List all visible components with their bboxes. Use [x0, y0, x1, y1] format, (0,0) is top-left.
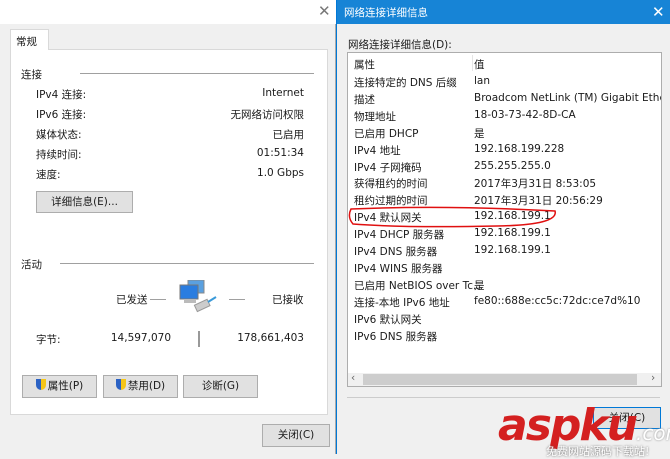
status-value: 01:51:34 — [256, 147, 304, 159]
col-value[interactable]: 值 — [474, 57, 485, 72]
title-bar: 网络连接详细信息 — [337, 0, 670, 24]
disable-label: 禁用(D) — [127, 380, 166, 392]
table-row[interactable]: IPv4 DHCP 服务器 192.168.199.1 — [354, 227, 551, 244]
property-cell: 获得租约的时间 — [354, 178, 428, 191]
disable-button[interactable]: 禁用(D) — [103, 375, 178, 398]
property-cell: 连接特定的 DNS 后缀 — [354, 77, 457, 89]
scroll-right-icon[interactable]: › — [651, 372, 655, 384]
network-computers-icon — [178, 279, 218, 316]
title-bar — [0, 0, 336, 24]
table-row[interactable]: 获得租约的时间 2017年3月31日 8:53:05 — [354, 176, 596, 193]
watermark-logo: aspku.com 免费网站源码下载站! — [498, 400, 670, 458]
status-label: 速度: — [36, 169, 61, 181]
red-highlight-ellipse — [348, 206, 556, 228]
close-icon[interactable]: ✕ — [318, 2, 331, 20]
status-label: 持续时间: — [36, 149, 82, 161]
status-value: 无网络访问权限 — [230, 109, 305, 121]
property-cell: IPv6 DNS 服务器 — [354, 330, 438, 343]
general-panel — [10, 49, 328, 415]
divider — [198, 331, 200, 347]
received-label: 已接收 — [272, 294, 304, 306]
property-cell: 已启用 NetBIOS over Tc... — [354, 279, 484, 292]
property-cell: IPv4 WINS 服务器 — [354, 262, 443, 275]
details-dialog: 网络连接详细信息 ✕ 网络连接详细信息(D): 属性 值 连接特定的 DNS 后缀… — [336, 0, 670, 454]
property-cell: IPv4 子网掩码 — [354, 161, 422, 174]
divider — [80, 73, 314, 74]
value-cell: 2017年3月31日 8:53:05 — [474, 178, 597, 191]
table-row[interactable]: 已启用 DHCP 是 — [354, 126, 485, 143]
table-row[interactable]: IPv4 子网掩码 255.255.255.0 — [354, 160, 551, 177]
bytes-received: 178,661,403 — [237, 332, 304, 344]
horizontal-scrollbar[interactable]: ‹ › — [348, 372, 661, 386]
table-row[interactable]: IPv4 WINS 服务器 — [354, 261, 443, 278]
details-button[interactable]: 详细信息(E)... — [36, 191, 133, 213]
status-label: IPv4 连接: — [36, 89, 87, 101]
scroll-left-icon[interactable]: ‹ — [351, 372, 355, 384]
value-cell: Broadcom NetLink (TM) Gigabit Ethernet — [474, 91, 661, 104]
close-icon[interactable]: ✕ — [652, 3, 665, 21]
properties-label: 属性(P) — [47, 380, 84, 392]
table-row[interactable]: IPv6 默认网关 — [354, 312, 422, 329]
property-cell: 已启用 DHCP — [354, 127, 419, 140]
table-row[interactable]: 描述 Broadcom NetLink (TM) Gigabit Ethernet — [354, 92, 661, 109]
status-value: Internet — [262, 87, 304, 99]
tab-general[interactable]: 常规 — [10, 29, 49, 50]
status-value: 已启用 — [272, 129, 305, 141]
bytes-sent: 14,597,070 — [110, 332, 171, 344]
property-cell: IPv4 地址 — [354, 144, 401, 157]
shield-icon — [35, 379, 46, 390]
value-cell: 192.168.199.1 — [474, 244, 551, 256]
property-cell: 描述 — [354, 93, 375, 106]
table-row[interactable]: 连接特定的 DNS 后缀 lan — [354, 75, 490, 92]
divider — [150, 299, 166, 300]
divider — [60, 263, 314, 264]
property-cell: 连接-本地 IPv6 地址 — [354, 296, 450, 309]
property-cell: IPv4 DHCP 服务器 — [354, 229, 445, 242]
shield-icon — [115, 379, 126, 390]
list-label: 网络连接详细信息(D): — [348, 39, 452, 51]
diagnose-button[interactable]: 诊断(G) — [183, 375, 258, 398]
sent-label: 已发送 — [116, 294, 148, 306]
col-property[interactable]: 属性 — [354, 59, 375, 71]
value-cell: 是 — [474, 279, 485, 292]
value-cell: 是 — [474, 127, 485, 140]
property-cell: 物理地址 — [354, 110, 396, 123]
status-value: 1.0 Gbps — [257, 167, 304, 179]
value-cell: lan — [474, 75, 491, 87]
activity-heading: 活动 — [21, 259, 42, 271]
value-cell: 18-03-73-42-8D-CA — [474, 108, 576, 121]
list-header: 属性 值 — [354, 57, 485, 74]
table-row[interactable]: 物理地址 18-03-73-42-8D-CA — [354, 109, 576, 126]
close-button[interactable]: 关闭(C) — [262, 424, 330, 447]
properties-button[interactable]: 属性(P) — [22, 375, 97, 398]
table-row[interactable]: IPv6 DNS 服务器 — [354, 329, 437, 346]
table-row[interactable]: IPv4 地址 192.168.199.228 — [354, 143, 564, 160]
value-cell: 192.168.199.228 — [474, 142, 565, 155]
connection-heading: 连接 — [21, 69, 42, 81]
bytes-label: 字节: — [36, 334, 61, 346]
table-row[interactable]: 已启用 NetBIOS over Tc... 是 — [354, 278, 485, 295]
status-label: 媒体状态: — [36, 129, 82, 141]
status-label: IPv6 连接: — [36, 109, 87, 121]
status-dialog: ✕ 常规 连接 IPv4 连接: Internet IPv6 连接: 无网络访问权限媒… — [0, 0, 336, 454]
value-cell: 255.255.255.0 — [474, 159, 551, 172]
scrollbar-thumb[interactable] — [363, 374, 637, 385]
property-cell: IPv6 默认网关 — [354, 313, 422, 326]
divider — [347, 397, 660, 398]
table-row[interactable]: IPv4 DNS 服务器 192.168.199.1 — [354, 244, 551, 261]
column-divider[interactable] — [472, 55, 473, 71]
divider — [229, 299, 245, 300]
property-cell: IPv4 DNS 服务器 — [354, 246, 438, 258]
table-row[interactable]: 连接-本地 IPv6 地址 fe80::688e:cc5c:72dc:ce7d%1… — [354, 295, 640, 312]
value-cell: fe80::688e:cc5c:72dc:ce7d%10 — [474, 294, 641, 307]
